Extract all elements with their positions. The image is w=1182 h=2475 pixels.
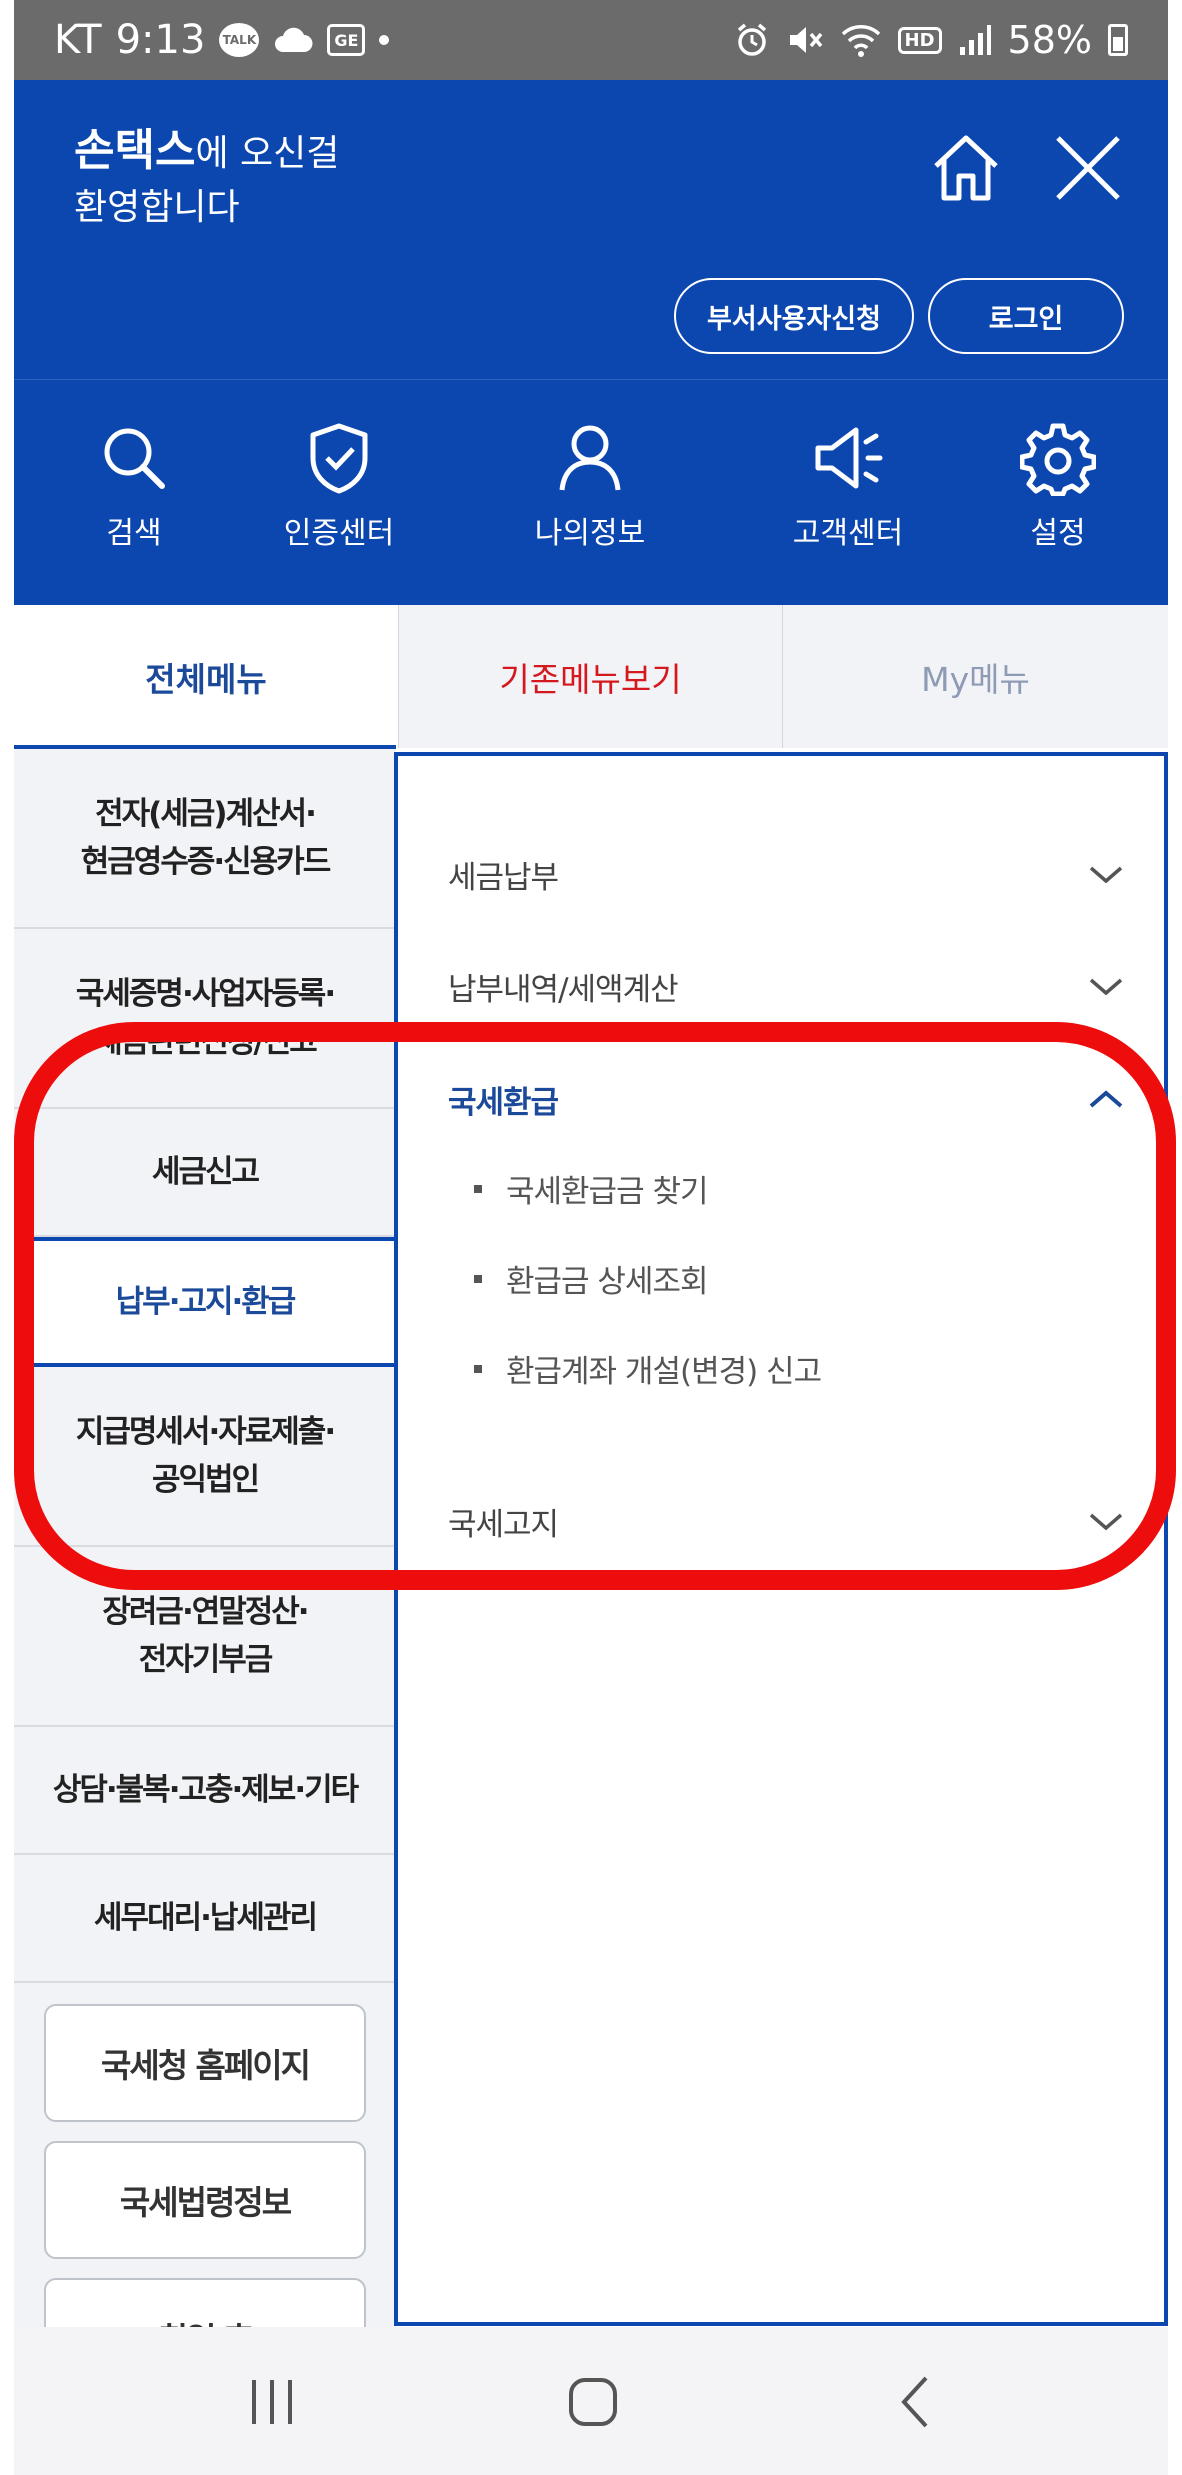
home-icon[interactable]	[926, 128, 1006, 208]
cloud-icon	[273, 26, 313, 54]
quick-item-settings[interactable]: 설정	[958, 420, 1158, 552]
quick-item-search[interactable]: 검색	[34, 420, 234, 552]
quick-item-label: 고객센터	[792, 516, 904, 551]
welcome-text-line2: 환영합니다	[74, 187, 240, 228]
status-bar: KT 9:13 TALK GE HD 58%	[14, 0, 1168, 80]
hd-voice-icon: HD	[897, 26, 942, 54]
chevron-down-icon	[1089, 1513, 1123, 1531]
home-nav-icon[interactable]	[553, 2367, 633, 2437]
gear-icon	[1020, 423, 1096, 496]
quick-item-label: 나의정보	[534, 516, 646, 551]
back-icon[interactable]	[876, 2367, 956, 2437]
category-menu: 전자(세금)계산서· 현금영수증·신용카드 국세증명·사업자등록· 세금관련신청/신…	[14, 745, 396, 2327]
chevron-down-icon	[1089, 866, 1123, 884]
tab-classic-menu[interactable]: 기존메뉴보기	[398, 605, 782, 748]
submenu-label: 국세환급	[448, 1084, 559, 1121]
sub-item-refund-account[interactable]: 환급계좌 개설(변경) 신고	[474, 1346, 822, 1391]
category-item-statements[interactable]: 지급명세서·자료제출· 공익법인	[14, 1367, 396, 1547]
quick-item-label: 검색	[106, 516, 162, 551]
kakaotalk-icon: TALK	[219, 23, 260, 57]
mute-icon	[786, 22, 824, 58]
sub-item-find-refund[interactable]: 국세환급금 찾기	[474, 1166, 708, 1211]
submenu-label: 납부내역/세액계산	[448, 971, 679, 1008]
category-item-tax-agent[interactable]: 세무대리·납세관리	[14, 1855, 396, 1983]
submenu-label: 국세고지	[448, 1506, 559, 1543]
ge-notification-icon: GE	[327, 24, 366, 56]
megaphone-icon	[815, 427, 883, 489]
dept-user-apply-button[interactable]: 부서사용자신청	[674, 278, 914, 354]
clock: 9:13	[115, 17, 206, 63]
tab-all-menu[interactable]: 전체메뉴	[14, 605, 398, 748]
system-nav-bar	[14, 2327, 1168, 2475]
submenu-panel: 세금납부 납부내역/세액계산 국세환급 국세환급금 찾기 환급금 상세조회 환급…	[394, 752, 1168, 2326]
search-icon	[104, 428, 165, 489]
category-label: 세금관련신청/신고	[94, 1024, 317, 1060]
category-item-tax-return[interactable]: 세금신고	[14, 1109, 396, 1237]
quick-item-my-info[interactable]: 나의정보	[490, 420, 690, 552]
quick-item-label: 인증센터	[283, 516, 395, 551]
nts-homepage-button[interactable]: 국세청 홈페이지	[44, 2004, 366, 2122]
category-label: 지급명세서·자료제출·	[75, 1414, 336, 1450]
sub-item-refund-detail[interactable]: 환급금 상세조회	[474, 1256, 708, 1301]
quick-item-cert-center[interactable]: 인증센터	[239, 420, 439, 552]
category-label: 장려금·연말정산·	[102, 1594, 309, 1630]
welcome-text: 에 오신걸	[195, 133, 340, 174]
category-label: 전자기부금	[138, 1642, 274, 1678]
menu-header: 손택스에 오신걸 환영합니다 부서사용자신청 로그인	[14, 80, 1168, 380]
category-item-payment-refund[interactable]: 납부·고지·환급	[14, 1237, 396, 1367]
quick-item-label: 설정	[1030, 516, 1086, 551]
battery-percent: 58%	[1007, 18, 1092, 62]
carrier-label: KT	[54, 17, 102, 63]
more-notifications-dot-icon	[379, 35, 390, 45]
submenu-tax-refund[interactable]: 국세환급	[448, 1069, 1124, 1129]
category-label: 국세증명·사업자등록·	[75, 976, 336, 1012]
chevron-up-icon	[1089, 1090, 1123, 1108]
welcome-message: 손택스에 오신걸 환영합니다	[74, 124, 339, 235]
category-item-incentives[interactable]: 장려금·연말정산· 전자기부금	[14, 1547, 396, 1727]
alarm-icon	[734, 22, 770, 58]
category-item-certificates[interactable]: 국세증명·사업자등록· 세금관련신청/신고	[14, 929, 396, 1109]
close-icon[interactable]	[1048, 128, 1128, 208]
brand-name: 손택스	[74, 125, 196, 176]
category-label: 납부·고지·환급	[115, 1284, 297, 1320]
category-label: 전자(세금)계산서·	[95, 796, 317, 832]
recent-apps-icon[interactable]	[232, 2367, 312, 2437]
quick-menu: 검색 인증센터 나의정보 고객센터 설정	[14, 380, 1168, 605]
submenu-tax-notice[interactable]: 국세고지	[448, 1491, 1124, 1551]
category-item-e-invoice[interactable]: 전자(세금)계산서· 현금영수증·신용카드	[14, 749, 396, 929]
signal-icon	[958, 23, 992, 57]
tax-law-info-button[interactable]: 국세법령정보	[44, 2141, 366, 2259]
submenu-tax-payment[interactable]: 세금납부	[448, 844, 1124, 904]
shield-check-icon	[310, 423, 368, 494]
wifi-icon	[840, 22, 882, 58]
tab-my-menu[interactable]: My메뉴	[782, 605, 1168, 748]
category-label: 공익법인	[151, 1462, 260, 1498]
submenu-payment-history[interactable]: 납부내역/세액계산	[448, 956, 1124, 1016]
login-button[interactable]: 로그인	[928, 278, 1124, 354]
category-label: 세금신고	[151, 1154, 260, 1190]
battery-icon	[1108, 24, 1128, 56]
category-item-consultation[interactable]: 상담·불복·고충·제보·기타	[14, 1727, 396, 1855]
submenu-label: 세금납부	[448, 859, 559, 896]
after-employment-button[interactable]: 취업 후	[44, 2278, 366, 2327]
category-label: 현금영수증·신용카드	[80, 844, 331, 880]
category-label: 세무대리·납세관리	[94, 1900, 318, 1936]
person-icon	[559, 425, 621, 491]
chevron-down-icon	[1089, 978, 1123, 996]
quick-item-customer-center[interactable]: 고객센터	[748, 420, 948, 552]
menu-tabs: 전체메뉴 기존메뉴보기 My메뉴	[14, 605, 1168, 748]
category-label: 상담·불복·고충·제보·기타	[52, 1772, 359, 1808]
